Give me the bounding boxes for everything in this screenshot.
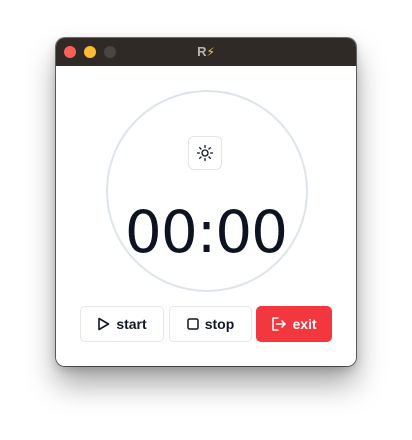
exit-button[interactable]: exit bbox=[256, 306, 332, 342]
exit-icon bbox=[271, 317, 287, 331]
exit-label: exit bbox=[292, 316, 317, 332]
app-window: R⚡ 00:00 start stop exit bbox=[56, 38, 356, 366]
theme-toggle-button[interactable] bbox=[188, 136, 222, 170]
start-button[interactable]: start bbox=[80, 306, 164, 342]
control-buttons: start stop exit bbox=[80, 306, 332, 342]
play-icon bbox=[97, 317, 110, 331]
screen-background: R⚡ 00:00 start stop exit bbox=[0, 0, 412, 440]
stop-square-icon bbox=[186, 318, 199, 330]
timer-display: 00:00 bbox=[124, 198, 288, 266]
sun-icon bbox=[196, 144, 214, 162]
stop-button[interactable]: stop bbox=[169, 306, 252, 342]
title-bar[interactable]: R⚡ bbox=[56, 38, 356, 66]
window-title: R⚡ bbox=[56, 38, 356, 66]
stop-label: stop bbox=[204, 316, 235, 332]
timer-panel: 00:00 start stop exit bbox=[56, 66, 356, 366]
start-label: start bbox=[116, 316, 147, 332]
lightning-bolt-icon: ⚡ bbox=[206, 45, 215, 59]
